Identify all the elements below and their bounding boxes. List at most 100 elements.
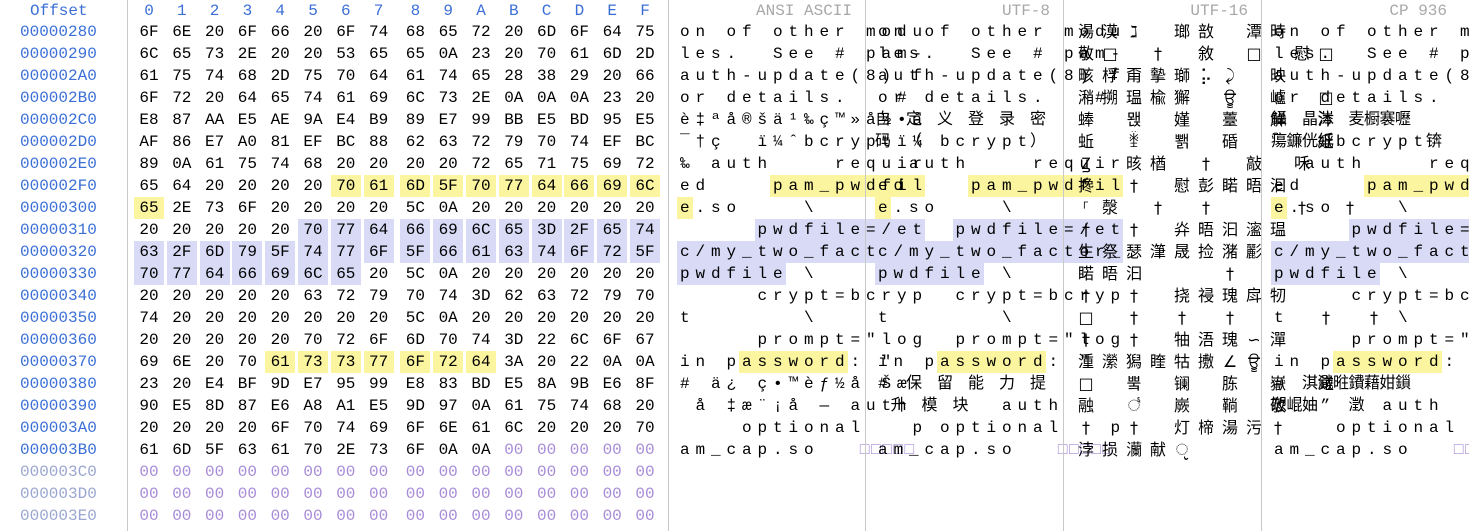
hex-byte[interactable]: 72: [331, 285, 361, 307]
hex-byte[interactable]: 20: [564, 417, 594, 439]
hex-byte[interactable]: 3D: [532, 219, 562, 241]
hex-byte[interactable]: 72: [466, 131, 496, 153]
hex-byte[interactable]: 5F: [265, 241, 295, 263]
hex-byte[interactable]: 99: [466, 109, 496, 131]
hex-byte[interactable]: 20: [630, 307, 660, 329]
hex-byte[interactable]: 00: [532, 439, 562, 461]
hex-byte[interactable]: 8A: [532, 373, 562, 395]
hex-byte[interactable]: 6D: [167, 439, 197, 461]
hex-byte[interactable]: 61: [466, 417, 496, 439]
hex-byte[interactable]: 5C: [400, 307, 430, 329]
hex-byte[interactable]: 6F: [564, 241, 594, 263]
hex-byte[interactable]: 20: [499, 43, 529, 65]
hex-byte[interactable]: 5F: [433, 175, 463, 197]
hex-byte[interactable]: 74: [630, 219, 660, 241]
hex-byte[interactable]: 00: [564, 461, 594, 483]
hex-byte[interactable]: 20: [597, 263, 627, 285]
hex-byte[interactable]: 70: [232, 351, 262, 373]
hex-byte[interactable]: 2D: [630, 43, 660, 65]
hex-byte[interactable]: 6C: [134, 43, 164, 65]
hex-byte[interactable]: 22: [532, 329, 562, 351]
hex-byte[interactable]: 20: [298, 175, 328, 197]
hex-byte[interactable]: 66: [265, 21, 295, 43]
hex-byte[interactable]: 00: [564, 483, 594, 505]
hex-byte[interactable]: 20: [466, 263, 496, 285]
hex-byte[interactable]: 5C: [400, 197, 430, 219]
hex-byte[interactable]: 0A: [433, 197, 463, 219]
hex-byte[interactable]: 65: [331, 263, 361, 285]
hex-byte[interactable]: 75: [564, 153, 594, 175]
hex-byte[interactable]: 20: [232, 307, 262, 329]
hex-byte[interactable]: 5C: [400, 263, 430, 285]
hex-byte[interactable]: 6D: [597, 43, 627, 65]
hex-byte[interactable]: 20: [232, 219, 262, 241]
hex-byte[interactable]: 70: [298, 439, 328, 461]
hex-byte[interactable]: 8F: [630, 373, 660, 395]
hex-byte[interactable]: 00: [532, 483, 562, 505]
hex-byte[interactable]: 72: [167, 87, 197, 109]
hex-byte[interactable]: 68: [400, 21, 430, 43]
hex-byte[interactable]: 20: [630, 197, 660, 219]
hex-byte[interactable]: 61: [400, 65, 430, 87]
hex-byte[interactable]: E8: [400, 373, 430, 395]
hex-byte[interactable]: 00: [200, 505, 230, 527]
hex-byte[interactable]: 65: [466, 65, 496, 87]
hex-byte[interactable]: AF: [134, 131, 164, 153]
hex-byte[interactable]: 70: [433, 329, 463, 351]
hex-byte[interactable]: 20: [331, 197, 361, 219]
hex-byte[interactable]: 20: [167, 307, 197, 329]
hex-byte[interactable]: 75: [298, 65, 328, 87]
hex-byte[interactable]: 61: [466, 241, 496, 263]
hex-byte[interactable]: E4: [331, 109, 361, 131]
hex-byte[interactable]: 00: [597, 461, 627, 483]
hex-byte[interactable]: 65: [364, 43, 394, 65]
hex-byte[interactable]: 20: [298, 307, 328, 329]
hex-byte[interactable]: 22: [564, 351, 594, 373]
hex-byte[interactable]: 0A: [630, 351, 660, 373]
hex-byte[interactable]: 81: [265, 131, 295, 153]
hex-byte[interactable]: 6C: [466, 219, 496, 241]
hex-byte[interactable]: 61: [499, 395, 529, 417]
hex-byte[interactable]: 53: [331, 43, 361, 65]
hex-byte[interactable]: 20: [265, 219, 295, 241]
hex-byte[interactable]: 00: [433, 483, 463, 505]
hex-byte[interactable]: 20: [134, 219, 164, 241]
hex-byte[interactable]: 6F: [232, 197, 262, 219]
hex-byte[interactable]: 69: [134, 351, 164, 373]
hex-byte[interactable]: 0A: [597, 351, 627, 373]
hex-byte[interactable]: 20: [597, 65, 627, 87]
hex-byte[interactable]: 77: [167, 263, 197, 285]
hex-byte[interactable]: 6C: [499, 417, 529, 439]
hex-byte[interactable]: 66: [400, 219, 430, 241]
hex-byte[interactable]: 74: [532, 241, 562, 263]
hex-byte[interactable]: 68: [597, 395, 627, 417]
hex-byte[interactable]: 9B: [564, 373, 594, 395]
hex-byte[interactable]: 64: [597, 21, 627, 43]
hex-byte[interactable]: 2D: [265, 65, 295, 87]
hex-byte[interactable]: 75: [532, 395, 562, 417]
hex-byte[interactable]: 74: [466, 329, 496, 351]
hex-byte[interactable]: 20: [564, 263, 594, 285]
hex-byte[interactable]: 20: [134, 417, 164, 439]
hex-byte[interactable]: 00: [331, 461, 361, 483]
hex-byte[interactable]: 20: [564, 307, 594, 329]
hex-byte[interactable]: 66: [232, 263, 262, 285]
hex-byte[interactable]: 00: [532, 461, 562, 483]
hex-byte[interactable]: E4: [200, 373, 230, 395]
hex-byte[interactable]: 00: [433, 505, 463, 527]
hex-byte[interactable]: 65: [134, 197, 164, 219]
hex-byte[interactable]: 70: [331, 175, 361, 197]
hex-byte[interactable]: 3A: [499, 351, 529, 373]
hex-byte[interactable]: 23: [597, 87, 627, 109]
hex-byte[interactable]: 38: [532, 65, 562, 87]
hex-byte[interactable]: BF: [232, 373, 262, 395]
hex-byte[interactable]: 65: [499, 219, 529, 241]
hex-byte[interactable]: 00: [630, 483, 660, 505]
hex-byte[interactable]: 64: [200, 263, 230, 285]
hex-byte[interactable]: 20: [167, 417, 197, 439]
hex-byte[interactable]: 00: [265, 483, 295, 505]
hex-byte[interactable]: AE: [265, 109, 295, 131]
hex-byte[interactable]: 6E: [167, 351, 197, 373]
hex-byte[interactable]: 20: [532, 263, 562, 285]
hex-byte[interactable]: 79: [597, 285, 627, 307]
